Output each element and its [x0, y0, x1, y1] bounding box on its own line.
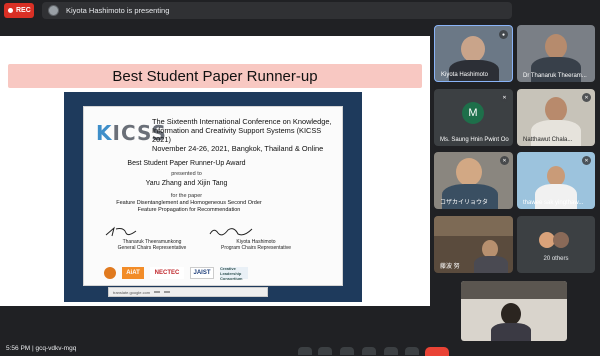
participant-name: thawee sak yingthaw... — [523, 200, 584, 206]
bottom-bar: 5:56 PM | gcq-vdkv-mgq — [0, 344, 600, 356]
aiat-logo: AiAT — [122, 267, 144, 279]
participant-video — [545, 34, 567, 59]
participant-tile-kiyota-hashimoto[interactable]: ● Kiyota Hashimoto — [434, 25, 513, 82]
participant-video — [547, 166, 565, 186]
top-bar: REC Kiyota Hashimoto is presenting — [0, 0, 600, 22]
presenting-banner[interactable]: Kiyota Hashimoto is presenting — [42, 2, 512, 19]
participant-tile-thanaruk[interactable]: Dr Thanaruk Theeram... — [517, 25, 595, 82]
translate-bar: translate.google.com — [108, 287, 268, 297]
present-button[interactable] — [384, 347, 398, 355]
participant-tile-kozakai[interactable]: ✕ コザカイリョウタ — [434, 152, 513, 209]
conference-title: The Sixteenth International Conference o… — [152, 117, 340, 153]
more-options-button[interactable] — [405, 347, 419, 355]
participant-name: Kiyota Hashimoto — [441, 72, 489, 78]
mic-off-icon: ✕ — [582, 156, 591, 165]
sponsor-logos: AiAT NECTEC JAIST Creative Leadership Co… — [104, 265, 334, 281]
speaking-indicator-icon: ● — [499, 30, 508, 39]
participant-video — [461, 281, 567, 299]
other-participant-avatar — [553, 232, 569, 248]
for-paper-label: for the paper — [170, 193, 203, 199]
shared-screen: Best Student Paper Runner-up KICSS The S… — [0, 36, 430, 306]
signature-scribble-icon — [209, 228, 253, 236]
participant-video — [545, 97, 567, 122]
presenting-text: Kiyota Hashimoto is presenting — [66, 6, 170, 15]
signature-scribble-icon — [105, 226, 137, 237]
recording-badge: REC — [4, 3, 34, 18]
participant-avatar: M — [462, 102, 484, 124]
paper-title: Feature Disentanglement and Homogeneous … — [116, 200, 262, 213]
self-view-tile[interactable] — [461, 281, 567, 341]
participant-video — [434, 216, 513, 236]
mic-off-icon: ✕ — [582, 93, 591, 102]
end-call-button[interactable] — [425, 347, 449, 356]
others-count: 20 others — [543, 256, 569, 262]
signatory-role: General Chairs Representative — [117, 245, 187, 251]
mic-off-icon: ✕ — [500, 156, 509, 165]
creative-leadership-logo: Creative Leadership Consortium — [220, 266, 248, 281]
translate-button-1[interactable] — [154, 291, 161, 293]
captions-button[interactable] — [340, 347, 354, 355]
participant-tile-thaweesak[interactable]: ✕ thawee sak yingthaw... — [517, 152, 595, 209]
meeting-clock: 5:56 PM | gcq-vdkv-mgq — [6, 345, 77, 352]
jaist-logo: JAIST — [190, 267, 214, 279]
participant-video — [456, 158, 482, 186]
presenter-avatar — [48, 5, 59, 16]
participant-name: Dr Thanaruk Theeram... — [523, 73, 587, 79]
participant-name: コザカイリョウタ — [440, 200, 489, 206]
participant-body — [449, 60, 499, 81]
translate-text: translate.google.com — [113, 289, 151, 295]
raise-hand-button[interactable] — [362, 347, 376, 355]
nectec-logo: NECTEC — [150, 267, 184, 279]
participant-name: Natthawut Chala... — [523, 137, 573, 143]
mic-off-icon: ✕ — [500, 93, 509, 102]
participant-tile-natthawut[interactable]: ✕ Natthawut Chala... — [517, 89, 595, 146]
slide-banner: Best Student Paper Runner-up — [8, 64, 422, 88]
rec-label: REC — [16, 7, 31, 14]
participant-name: Ms. Saung Hnin Pwint Oo — [440, 137, 509, 143]
award-authors: Yaru Zhang and Xijin Tang — [145, 180, 228, 187]
participant-body — [474, 256, 508, 273]
participant-tile-saung[interactable]: M ✕ Ms. Saung Hnin Pwint Oo — [434, 89, 513, 146]
participant-video — [461, 36, 485, 62]
participant-head — [501, 303, 521, 325]
signature-block-program-chair: Kiyota Hashimoto Program Chairs Represen… — [206, 225, 306, 251]
signatory-role: Program Chairs Representative — [220, 245, 292, 251]
conference-date: November 24-26, 2021, Bangkok, Thailand … — [152, 144, 324, 153]
camera-button[interactable] — [318, 347, 332, 355]
award-title: Best Student Paper Runner-Up Award — [127, 160, 246, 167]
others-tile[interactable]: 20 others — [517, 216, 595, 273]
presented-to-label: presented to — [171, 171, 202, 177]
participant-name: 藤波 努 — [440, 264, 460, 270]
record-dot-icon — [8, 8, 13, 13]
signature-block-general-chair: Thanaruk Theeramunkong General Chairs Re… — [102, 225, 202, 251]
participant-body — [491, 323, 531, 341]
certificate: KICSS The Sixteenth International Confer… — [83, 106, 343, 286]
conference-name: The Sixteenth International Conference o… — [152, 117, 332, 144]
participant-tile-fujinami[interactable]: 藤波 努 — [434, 216, 513, 273]
mic-button[interactable] — [298, 347, 312, 355]
translate-button-2[interactable] — [164, 291, 171, 293]
university-seal-logo — [104, 267, 116, 279]
